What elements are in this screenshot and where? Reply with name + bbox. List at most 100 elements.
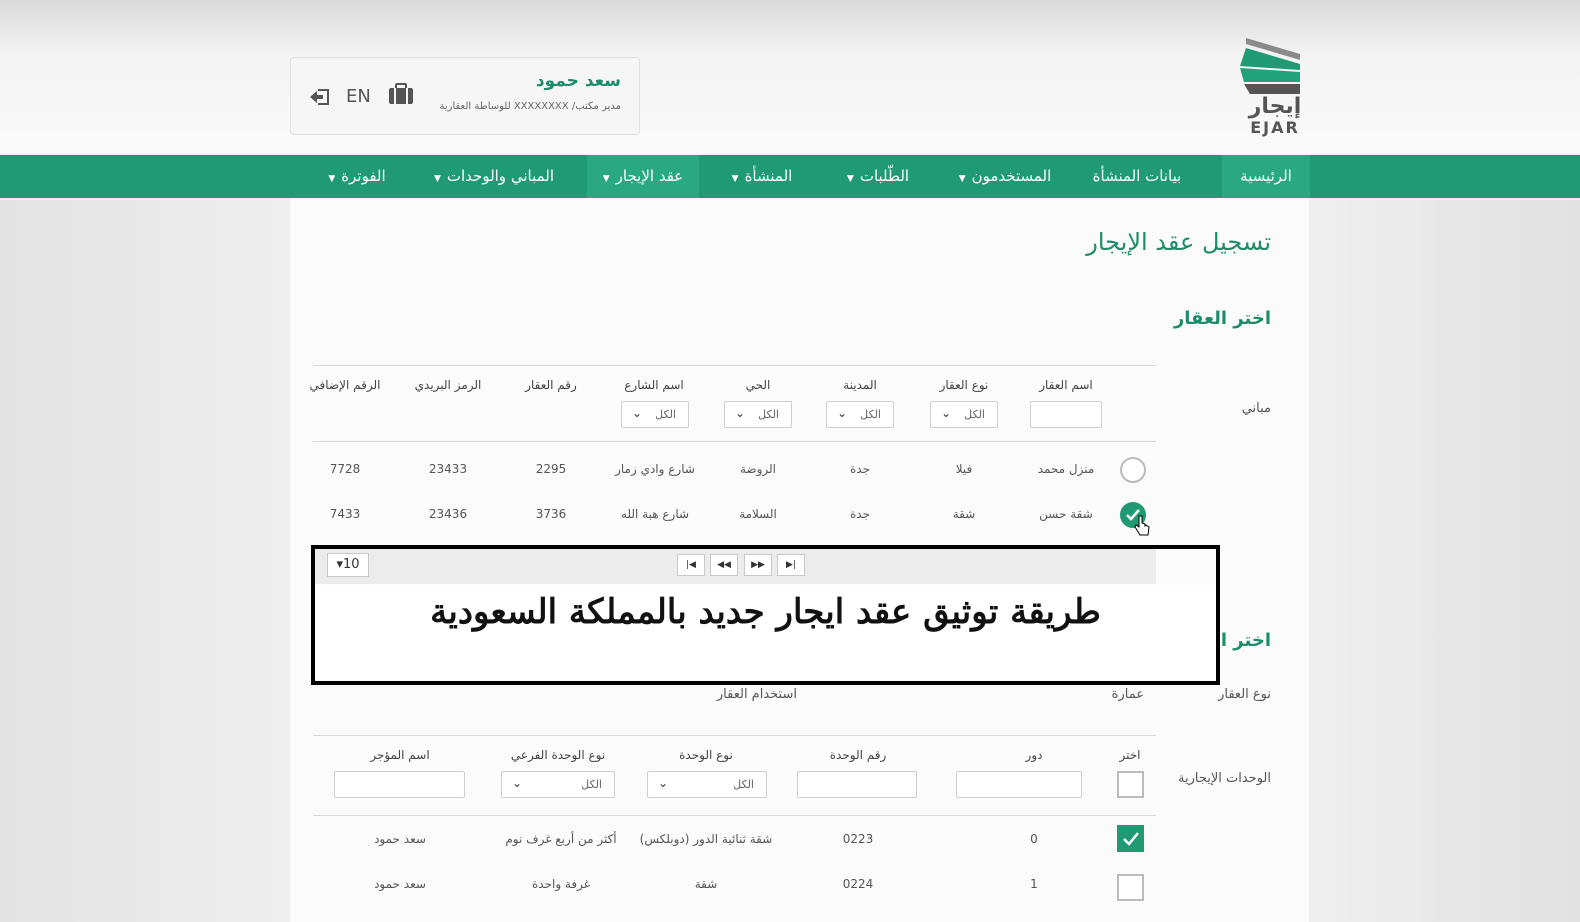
select-all-checkbox[interactable] xyxy=(1117,771,1144,798)
chevron-down-icon: ▼ xyxy=(846,174,854,184)
chevron-down-icon: ⌄ xyxy=(941,406,952,420)
chevron-down-icon: ⌄ xyxy=(632,406,643,420)
nav-item-lease-contract[interactable]: عقد الإيجار▼ xyxy=(587,155,699,198)
nav-item-requests[interactable]: الطّلبات▼ xyxy=(830,155,926,198)
floor-filter[interactable] xyxy=(956,771,1082,798)
video-caption: طريقة توثيق عقد ايجار جديد بالمملكة السع… xyxy=(430,592,1101,632)
header-background xyxy=(0,0,1580,155)
chevron-down-icon: ▼ xyxy=(328,174,336,184)
chevron-down-icon: ▼ xyxy=(958,174,966,184)
chevron-down-icon: ⌄ xyxy=(658,776,669,790)
property-type-value: عمارة xyxy=(1111,687,1144,702)
nav-item-buildings-units[interactable]: المباني والوحدات▼ xyxy=(418,155,570,198)
table-cell: 3736 xyxy=(535,507,567,521)
chevron-down-icon: ▼ xyxy=(433,174,441,184)
col-unit-subtype: نوع الوحدة الفرعي xyxy=(510,748,606,762)
property-section-title: اختر العقار xyxy=(1173,308,1271,329)
table-cell: 1 xyxy=(1030,877,1038,891)
chevron-down-icon: ⌄ xyxy=(837,406,848,420)
table-cell: فيلا xyxy=(955,462,973,476)
buildings-label: مباني xyxy=(1241,401,1271,416)
col-postal-code: الرمز البريدي xyxy=(414,378,482,392)
nav-item-users[interactable]: المستخدمون▼ xyxy=(944,155,1066,198)
table-cell: أكثر من أربع غرف نوم xyxy=(505,832,617,846)
col-lessor-name: اسم المؤجر xyxy=(370,748,430,762)
col-district: الحي xyxy=(745,378,771,392)
table-cell: 0224 xyxy=(842,877,874,891)
user-info-box: سعد حمود مدير مكتب/ XXXXXXXX للوساطة الع… xyxy=(290,57,640,135)
page-title: تسجيل عقد الإيجار xyxy=(1086,228,1271,256)
property-row-radio[interactable] xyxy=(1120,457,1146,483)
left-margin xyxy=(0,200,290,922)
logo-arabic-text: إيجار xyxy=(1248,94,1302,119)
property-name-filter[interactable] xyxy=(1030,401,1102,428)
chevron-down-icon: ⌄ xyxy=(735,406,746,420)
main-nav: الرئيسية بيانات المنشأة المستخدمون▼ الطّ… xyxy=(0,155,1580,198)
col-city: المدينة xyxy=(843,378,877,392)
chevron-down-icon: ▼ xyxy=(602,174,610,184)
language-toggle[interactable]: EN xyxy=(346,86,371,107)
street-filter[interactable]: الكل ⌄ xyxy=(621,401,689,428)
nav-item-facility-data[interactable]: بيانات المنشأة xyxy=(1078,155,1196,198)
table-cell: منزل محمد xyxy=(1037,462,1095,476)
table-top-divider xyxy=(313,365,1156,366)
col-street-name: اسم الشارع xyxy=(624,378,684,392)
col-property-name: اسم العقار xyxy=(1039,378,1093,392)
units-header-divider xyxy=(313,815,1156,816)
table-cell: شقة xyxy=(694,877,718,891)
unit-subtype-filter[interactable]: الكل ⌄ xyxy=(501,771,615,798)
check-icon xyxy=(1123,832,1139,846)
table-cell: الروضة xyxy=(739,462,777,476)
col-unit-number: رقم الوحدة xyxy=(829,748,887,762)
table-cell: سعد حمود xyxy=(374,877,426,891)
right-margin xyxy=(1298,200,1580,922)
city-filter[interactable]: الكل ⌄ xyxy=(826,401,894,428)
user-name: سعد حمود xyxy=(535,71,621,91)
col-select: اختر xyxy=(1119,748,1141,762)
chevron-down-icon: ▼ xyxy=(731,174,739,184)
units-top-divider xyxy=(313,735,1156,736)
unit-type-filter[interactable]: الكل ⌄ xyxy=(647,771,767,798)
table-cell: شقة ثنائية الدور (دوبلكس) xyxy=(639,832,773,846)
table-cell: شقة xyxy=(952,507,976,521)
property-usage-label: استخدام العقار xyxy=(716,687,797,702)
table-cell: جدة xyxy=(849,507,870,521)
user-role: مدير مكتب/ XXXXXXXX للوساطة العقارية xyxy=(439,101,621,112)
nav-item-home[interactable]: الرئيسية xyxy=(1222,155,1310,198)
unit-row-checkbox-selected[interactable] xyxy=(1117,825,1144,852)
nav-item-billing[interactable]: الفوترة▼ xyxy=(314,155,400,198)
table-cell: 0223 xyxy=(842,832,874,846)
briefcase-icon[interactable] xyxy=(388,83,414,105)
table-cell: شارع هبة الله xyxy=(620,507,690,521)
table-cell: 0 xyxy=(1030,832,1038,846)
lessor-name-filter[interactable] xyxy=(334,771,465,798)
logout-icon[interactable] xyxy=(309,87,331,107)
col-property-number: رقم العقار xyxy=(525,378,577,392)
logo-english-text: EJAR xyxy=(1250,118,1300,137)
table-header-divider xyxy=(313,441,1156,442)
col-floor: دور xyxy=(1025,748,1043,762)
table-cell: السلامة xyxy=(739,507,777,521)
table-cell: غرفة واحدة xyxy=(531,877,590,891)
district-filter[interactable]: الكل ⌄ xyxy=(724,401,792,428)
col-additional-number: الرقم الإضافي xyxy=(309,378,381,392)
property-type-filter[interactable]: الكل ⌄ xyxy=(930,401,998,428)
property-type-label: نوع العقار xyxy=(1218,687,1271,702)
rental-units-label: الوحدات الإيجارية xyxy=(1178,771,1271,786)
mouse-cursor-icon xyxy=(1134,515,1150,536)
table-cell: 7728 xyxy=(329,462,361,476)
col-unit-type: نوع الوحدة xyxy=(679,748,733,762)
table-cell: 23436 xyxy=(428,507,468,521)
unit-number-filter[interactable] xyxy=(797,771,917,798)
table-cell: 7433 xyxy=(329,507,361,521)
table-cell: 23433 xyxy=(428,462,468,476)
chevron-down-icon: ⌄ xyxy=(512,776,523,790)
unit-row-checkbox[interactable] xyxy=(1117,874,1144,901)
table-cell: شارع وادي زمار xyxy=(615,462,695,476)
table-cell: جدة xyxy=(849,462,870,476)
table-cell: شقة حسن xyxy=(1039,507,1093,521)
col-property-type: نوع العقار xyxy=(939,378,989,392)
nav-item-facility[interactable]: المنشأة▼ xyxy=(712,155,812,198)
table-cell: 2295 xyxy=(535,462,567,476)
table-cell: سعد حمود xyxy=(374,832,426,846)
